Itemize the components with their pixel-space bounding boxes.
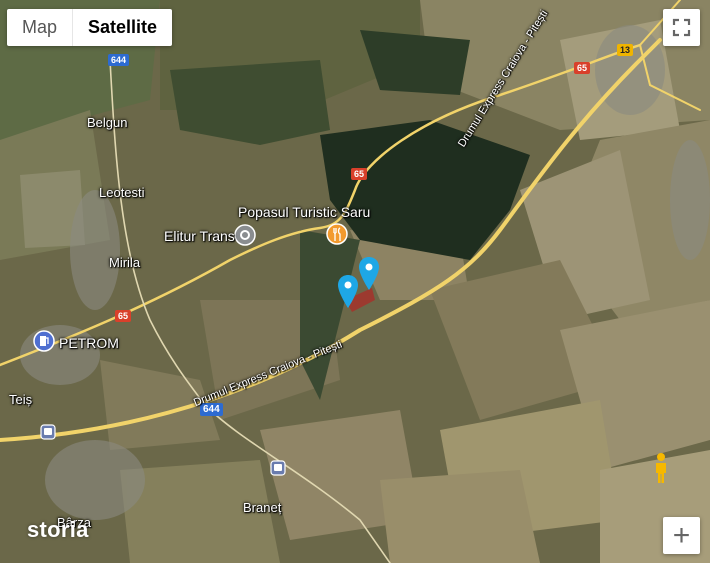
zoom-in-button[interactable]: + bbox=[663, 517, 700, 554]
bus-stop-icon[interactable] bbox=[270, 460, 286, 476]
poi-label-popasul[interactable]: Popasul Turistic Saru bbox=[238, 204, 370, 220]
fullscreen-icon bbox=[672, 18, 691, 37]
map-type-control: Map Satellite bbox=[7, 9, 173, 46]
plus-icon: + bbox=[672, 518, 691, 552]
bus-stop-icon[interactable] bbox=[40, 424, 56, 440]
poi-label-elitur-trans[interactable]: Elitur Trans bbox=[164, 228, 235, 244]
place-label-branet: Braneț bbox=[243, 500, 282, 515]
fullscreen-button[interactable] bbox=[663, 9, 700, 46]
poi-label-petrom[interactable]: PETROM bbox=[59, 335, 119, 351]
gas-station-icon[interactable] bbox=[33, 330, 55, 352]
storia-watermark: storia bbox=[27, 517, 89, 542]
road-shield-13: 13 bbox=[617, 44, 634, 56]
location-pin-icon[interactable] bbox=[358, 256, 380, 292]
place-label-leotesti: Leotesti bbox=[99, 185, 145, 200]
place-label-teis: Teiș bbox=[9, 392, 33, 407]
road-shield-65: 65 bbox=[115, 310, 132, 322]
map-button[interactable]: Map bbox=[7, 9, 72, 46]
restaurant-icon[interactable] bbox=[326, 223, 348, 245]
road-shield-644: 644 bbox=[108, 54, 130, 66]
location-pin-icon[interactable] bbox=[337, 274, 359, 310]
satellite-button[interactable]: Satellite bbox=[72, 9, 172, 46]
place-label-mirila: Mirila bbox=[109, 255, 141, 270]
place-label-belgun: Belgun bbox=[87, 115, 128, 130]
pegman-icon[interactable] bbox=[651, 452, 671, 484]
place-marker-icon[interactable] bbox=[234, 224, 256, 246]
road-shield-65: 65 bbox=[351, 168, 368, 180]
road-shield-65: 65 bbox=[574, 62, 591, 74]
